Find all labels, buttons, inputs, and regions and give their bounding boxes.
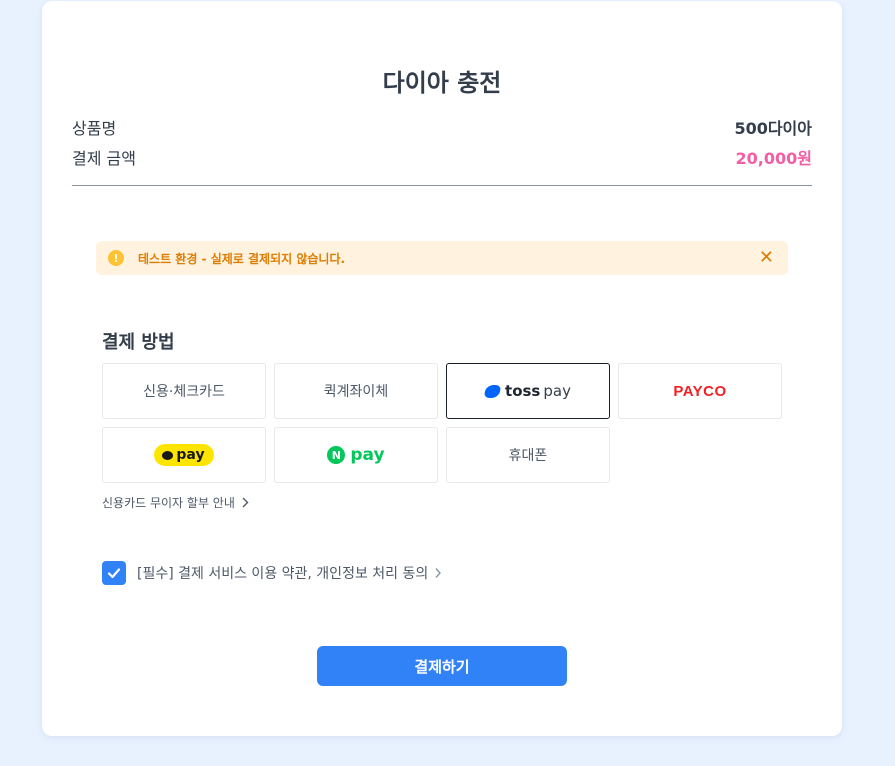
close-icon[interactable]: ✕ (759, 249, 774, 267)
agreement-checkbox[interactable] (102, 561, 126, 585)
checkmark-icon (107, 568, 121, 579)
product-label: 상품명 (72, 119, 117, 138)
payco-logo: PAYCO (673, 382, 727, 400)
exclamation-icon: ! (108, 250, 124, 266)
chevron-right-icon (242, 497, 249, 508)
method-naverpay-button[interactable]: N pay (274, 427, 438, 483)
amount-label: 결제 금액 (72, 149, 136, 168)
installment-info-text: 신용카드 무이자 할부 안내 (102, 496, 235, 510)
method-quick-transfer-button[interactable]: 퀵계좌이체 (274, 363, 438, 419)
kakao-bubble-icon (162, 450, 174, 460)
amount-value: 20,000원 (735, 149, 812, 168)
method-card-label: 신용·체크카드 (143, 384, 225, 400)
product-value: 500다이아 (734, 119, 812, 138)
pay-button[interactable]: 결제하기 (317, 646, 567, 686)
method-tosspay-button[interactable]: toss pay (446, 363, 610, 419)
tosspay-logo: toss pay (483, 382, 571, 400)
kakaopay-logo: pay (154, 444, 214, 466)
amount-row: 결제 금액 20,000원 (72, 145, 812, 169)
naverpay-word: pay (350, 445, 385, 465)
payment-method-title: 결제 방법 (102, 332, 175, 353)
terms-agreement[interactable]: [필수] 결제 서비스 이용 약관, 개인정보 처리 동의 (102, 561, 442, 585)
payment-card: 다이아 충전 상품명 500다이아 결제 금액 20,000원 ! 테스트 환경… (42, 1, 842, 736)
agreement-text: [필수] 결제 서비스 이용 약관, 개인정보 처리 동의 (137, 566, 429, 582)
page-title: 다이아 충전 (382, 69, 502, 97)
alert-text: 테스트 환경 - 실제로 결제되지 않습니다. (138, 251, 346, 266)
chevron-right-icon[interactable] (434, 567, 442, 579)
tosspay-word-pay: pay (543, 382, 571, 400)
tosspay-word-toss: toss (505, 382, 541, 400)
toss-logo-icon (483, 384, 502, 398)
payment-method-grid: 신용·체크카드 퀵계좌이체 toss pay PAYCO pay N pay 휴… (102, 363, 782, 483)
test-environment-alert: ! 테스트 환경 - 실제로 결제되지 않습니다. ✕ (96, 241, 788, 275)
summary-divider (72, 185, 812, 186)
method-mobile-button[interactable]: 휴대폰 (446, 427, 610, 483)
naverpay-logo: N pay (327, 445, 385, 465)
method-mobile-label: 휴대폰 (508, 448, 548, 464)
method-card-button[interactable]: 신용·체크카드 (102, 363, 266, 419)
kakaopay-word: pay (176, 447, 205, 463)
method-kakaopay-button[interactable]: pay (102, 427, 266, 483)
product-row: 상품명 500다이아 (72, 115, 812, 139)
method-quick-transfer-label: 퀵계좌이체 (323, 384, 389, 400)
naver-n-icon: N (327, 446, 346, 464)
installment-info-link[interactable]: 신용카드 무이자 할부 안내 (102, 494, 249, 511)
method-payco-button[interactable]: PAYCO (618, 363, 782, 419)
